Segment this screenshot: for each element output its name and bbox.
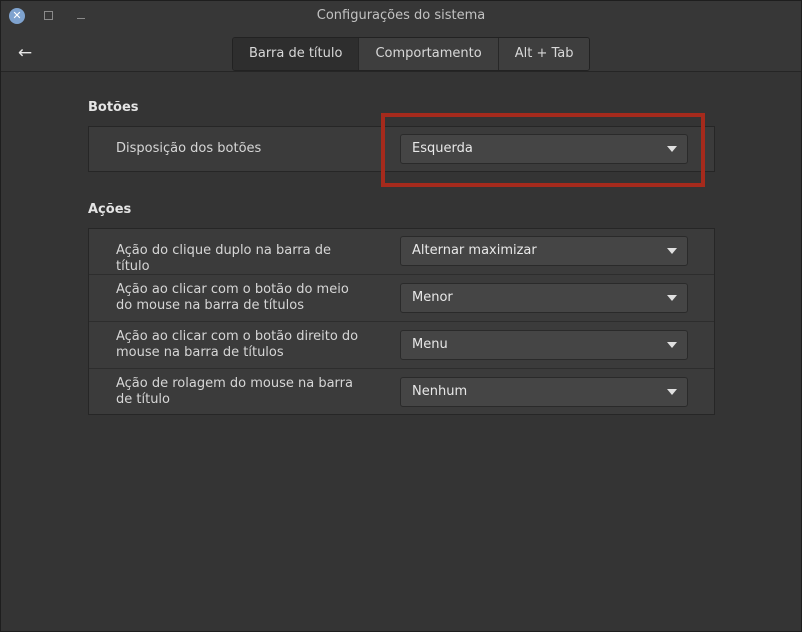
chevron-down-icon — [667, 295, 677, 301]
actions-panel: Ação do clique duplo na barra de título … — [88, 228, 715, 415]
scroll-dropdown[interactable]: Nenhum — [400, 377, 688, 407]
middle-click-value: Menor — [412, 290, 453, 305]
double-click-value: Alternar maximizar — [412, 243, 537, 258]
window-title: Configurações do sistema — [316, 8, 486, 23]
section-title-actions: Ações — [88, 202, 132, 217]
chevron-down-icon — [667, 248, 677, 254]
button-layout-label: Disposição dos botões — [116, 141, 262, 156]
scroll-value: Nenhum — [412, 384, 468, 399]
tab-title-bar[interactable]: Barra de título — [233, 38, 359, 70]
settings-row-double-click: Ação do clique duplo na barra de título … — [89, 229, 714, 274]
chevron-down-icon — [667, 389, 677, 395]
right-click-dropdown[interactable]: Menu — [400, 330, 688, 360]
settings-window: ✕ Configurações do sistema ← Barra de tí… — [0, 0, 802, 632]
settings-row-scroll: Ação de rolagem do mouse na barra de tít… — [89, 368, 714, 414]
back-arrow-icon[interactable]: ← — [15, 43, 35, 63]
tab-behavior[interactable]: Comportamento — [358, 38, 498, 70]
tab-alt-tab[interactable]: Alt + Tab — [497, 38, 590, 70]
settings-row-middle-click: Ação ao clicar com o botão do meio do mo… — [89, 274, 714, 321]
section-title-buttons: Botões — [88, 100, 139, 115]
scroll-label: Ação de rolagem do mouse na barra de tít… — [116, 376, 353, 407]
right-click-value: Menu — [412, 337, 448, 352]
settings-row-right-click: Ação ao clicar com o botão direito do mo… — [89, 321, 714, 368]
tab-bar: Barra de título Comportamento Alt + Tab — [232, 37, 591, 71]
right-click-label: Ação ao clicar com o botão direito do mo… — [116, 329, 359, 360]
title-bar: ✕ Configurações do sistema — [1, 1, 801, 31]
highlight-box — [381, 113, 705, 187]
double-click-label: Ação do clique duplo na barra de título — [116, 243, 332, 274]
middle-click-dropdown[interactable]: Menor — [400, 283, 688, 313]
middle-click-label: Ação ao clicar com o botão do meio do mo… — [116, 282, 349, 313]
chevron-down-icon — [667, 342, 677, 348]
double-click-dropdown[interactable]: Alternar maximizar — [400, 236, 688, 266]
